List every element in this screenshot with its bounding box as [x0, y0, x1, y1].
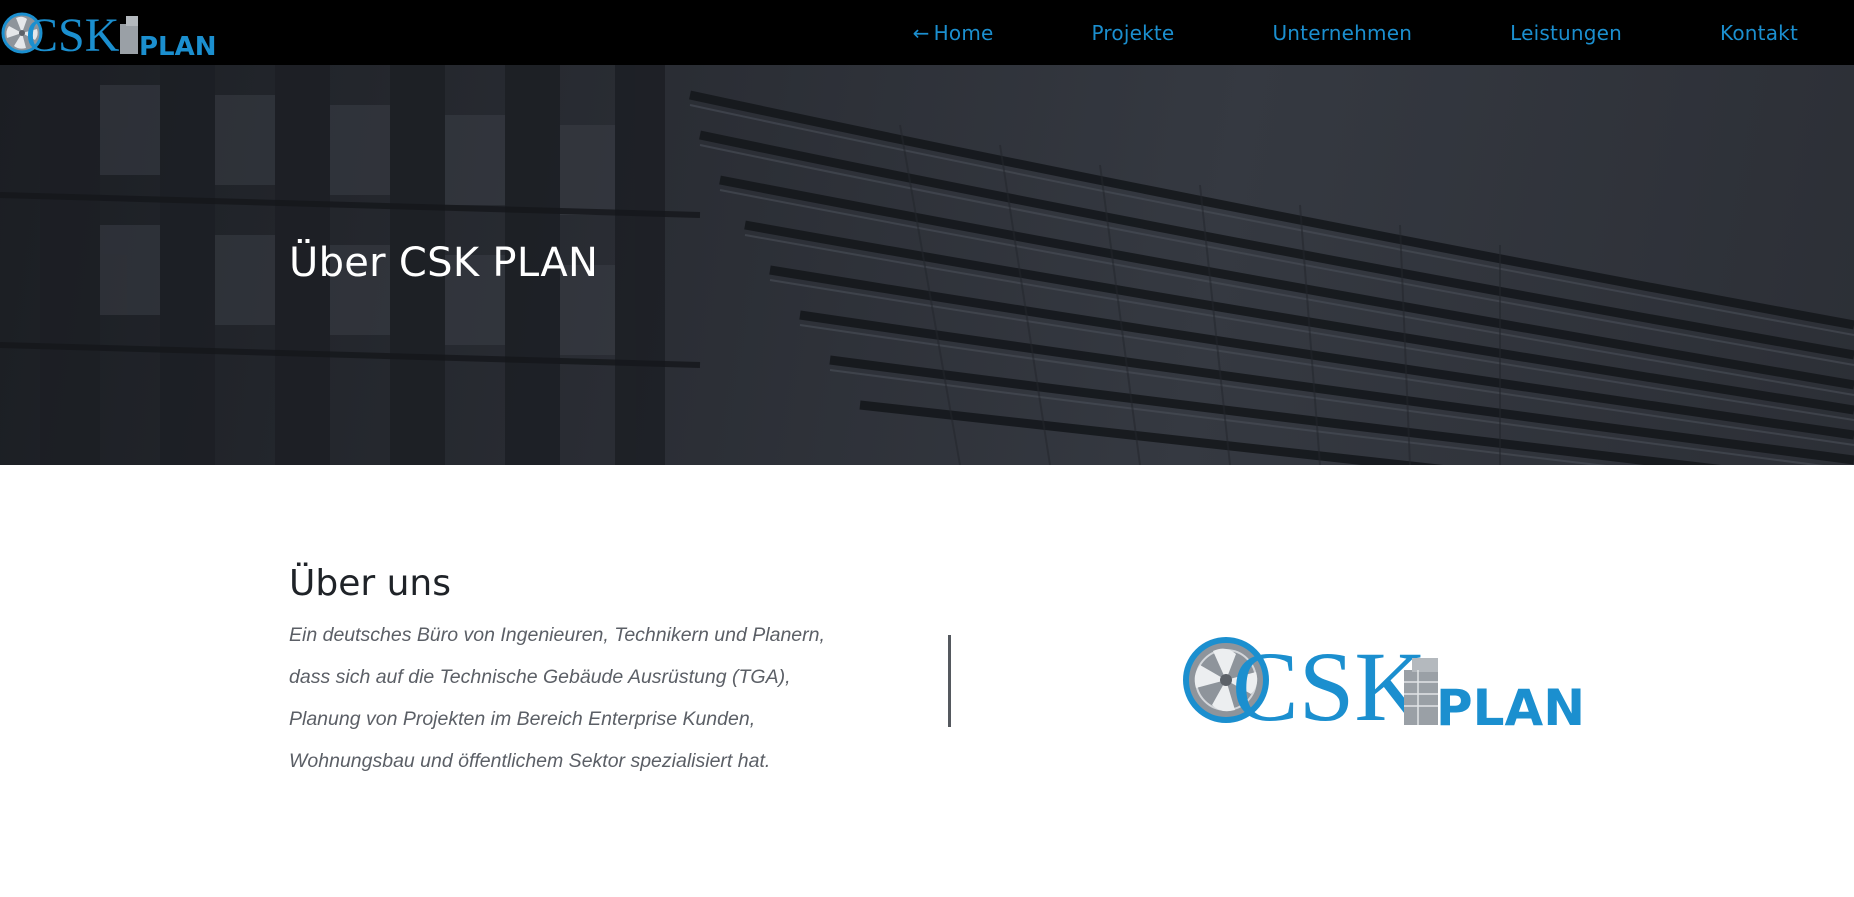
- brand-logo-large: CSK PLAN: [1183, 631, 1585, 730]
- hero-banner: Über CSK PLAN: [0, 65, 1854, 465]
- nav-leistungen-link[interactable]: Leistungen: [1510, 21, 1622, 45]
- svg-text:CSK: CSK: [26, 9, 120, 62]
- main-nav: ← Home Projekte Unternehmen Leistungen Ko…: [913, 0, 1854, 65]
- about-line: Planung von Projekten im Bereich Enterpr…: [289, 708, 756, 730]
- vertical-divider: [948, 635, 951, 727]
- hero-title: Über CSK PLAN: [289, 240, 599, 286]
- arrow-left-icon: ←: [912, 20, 930, 45]
- brand-logo[interactable]: CSK PLAN: [0, 2, 220, 62]
- about-description: Ein deutsches Büro von Ingenieuren, Tech…: [289, 614, 909, 782]
- svg-text:PLAN: PLAN: [139, 32, 217, 62]
- about-line: dass sich auf die Technische Gebäude Aus…: [289, 666, 791, 688]
- nav-home-link[interactable]: ← Home: [913, 21, 994, 45]
- about-title: Über uns: [289, 563, 451, 604]
- nav-kontakt-link[interactable]: Kontakt: [1720, 21, 1798, 45]
- nav-home-label: Home: [933, 20, 994, 45]
- top-navbar: CSK PLAN ← Home Projekte Unternehmen Leis…: [0, 0, 1854, 65]
- svg-text:PLAN: PLAN: [1436, 679, 1585, 730]
- hero-building-image: [0, 65, 1854, 465]
- about-line: Wohnungsbau und öffentlichem Sektor spez…: [289, 750, 771, 772]
- svg-text:CSK: CSK: [1232, 631, 1427, 730]
- nav-unternehmen-link[interactable]: Unternehmen: [1272, 21, 1412, 45]
- nav-projekte-link[interactable]: Projekte: [1092, 21, 1175, 45]
- about-line: Ein deutsches Büro von Ingenieuren, Tech…: [289, 624, 825, 646]
